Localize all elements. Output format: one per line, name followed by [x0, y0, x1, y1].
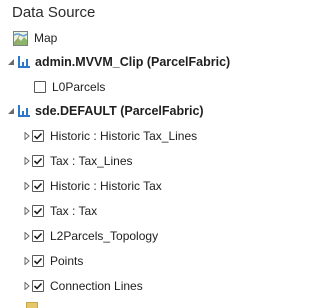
- panel-title: Data Source: [12, 4, 96, 21]
- layer-checkbox[interactable]: [32, 230, 44, 242]
- layer-label: Tax : Tax: [50, 204, 98, 218]
- tree-item-map[interactable]: Map: [0, 27, 289, 49]
- layer-label: Historic : Historic Tax: [50, 179, 162, 193]
- layer-checkbox[interactable]: [32, 180, 44, 192]
- chevron-expanded-icon[interactable]: [6, 104, 16, 118]
- checkmark-icon: [33, 182, 43, 190]
- layer-label: Historic : Historic Tax_Lines: [50, 129, 198, 143]
- layer-item-l2parcels-topology[interactable]: L2Parcels_Topology: [0, 225, 289, 247]
- chevron-collapsed-icon[interactable]: [22, 229, 32, 243]
- checkmark-icon: [33, 282, 43, 290]
- checkmark-icon: [33, 207, 43, 215]
- checkmark-icon: [33, 232, 43, 240]
- layer-checkbox[interactable]: [32, 280, 44, 292]
- layer-label: L2Parcels_Topology: [50, 229, 159, 243]
- layer-checkbox[interactable]: [32, 255, 44, 267]
- checkmark-icon: [33, 132, 43, 140]
- layer-checkbox[interactable]: [32, 130, 44, 142]
- folder-icon: [26, 302, 38, 308]
- layer-checkbox[interactable]: [32, 205, 44, 217]
- chevron-collapsed-icon[interactable]: [22, 254, 32, 268]
- layer-item-connection-lines[interactable]: Connection Lines: [0, 275, 289, 297]
- layer-item-historic-tax[interactable]: Historic : Historic Tax: [0, 175, 289, 197]
- tree-item-label: Map: [34, 31, 58, 45]
- map-icon: [13, 30, 28, 46]
- parcel-fabric-icon: [17, 54, 31, 70]
- layer-item-points[interactable]: Points: [0, 250, 289, 272]
- chevron-collapsed-icon[interactable]: [22, 179, 32, 193]
- layer-item-historic-tax-lines[interactable]: Historic : Historic Tax_Lines: [0, 125, 289, 147]
- checkmark-icon: [33, 157, 43, 165]
- layer-label: Points: [50, 254, 84, 268]
- layer-item-l0parcels[interactable]: L0Parcels: [0, 76, 289, 98]
- chevron-collapsed-icon[interactable]: [22, 279, 32, 293]
- layer-checkbox[interactable]: [34, 81, 46, 93]
- layer-item-tax-lines[interactable]: Tax : Tax_Lines: [0, 150, 289, 172]
- chevron-collapsed-icon[interactable]: [22, 204, 32, 218]
- layer-label: L0Parcels: [52, 80, 106, 94]
- tree-item-label: sde.DEFAULT (ParcelFabric): [35, 104, 204, 118]
- chevron-collapsed-icon[interactable]: [22, 129, 32, 143]
- checkmark-icon: [33, 257, 43, 265]
- parcel-fabric-icon: [17, 103, 31, 119]
- layer-checkbox[interactable]: [32, 155, 44, 167]
- chevron-collapsed-icon[interactable]: [22, 154, 32, 168]
- chevron-expanded-icon[interactable]: [6, 55, 16, 69]
- layer-item-tax-tax[interactable]: Tax : Tax: [0, 200, 289, 222]
- layer-label: Connection Lines: [50, 279, 143, 293]
- tree-item-label: admin.MVVM_Clip (ParcelFabric): [35, 55, 231, 69]
- tree-item-fabric-sde-default[interactable]: sde.DEFAULT (ParcelFabric): [0, 100, 289, 122]
- layer-label: Tax : Tax_Lines: [50, 154, 133, 168]
- tree-item-fabric-admin-mvvm-clip[interactable]: admin.MVVM_Clip (ParcelFabric): [0, 51, 289, 73]
